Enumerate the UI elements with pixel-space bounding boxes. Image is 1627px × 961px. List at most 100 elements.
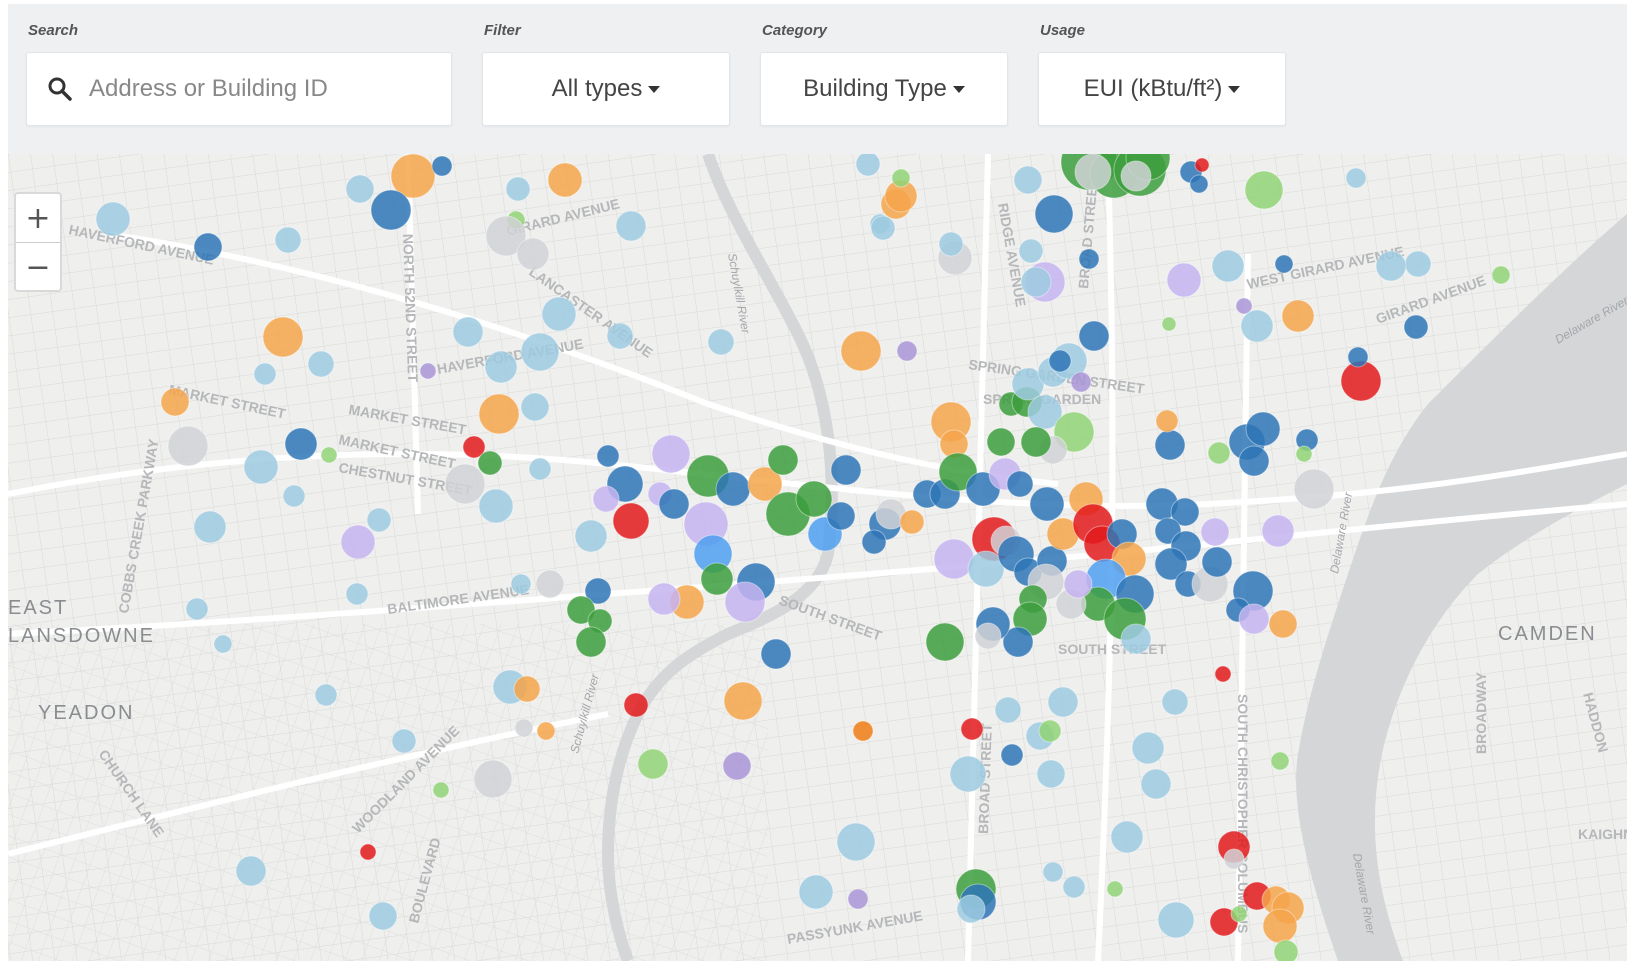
building-marker[interactable]	[615, 210, 647, 242]
building-marker[interactable]	[1078, 320, 1110, 352]
building-marker[interactable]	[1020, 266, 1052, 298]
building-marker[interactable]	[949, 755, 987, 793]
building-marker[interactable]	[514, 718, 534, 738]
building-marker[interactable]	[368, 901, 398, 931]
building-marker[interactable]	[307, 350, 335, 378]
building-marker[interactable]	[994, 696, 1022, 724]
building-marker[interactable]	[160, 387, 190, 417]
building-marker[interactable]	[1120, 160, 1152, 192]
building-marker[interactable]	[193, 510, 227, 544]
building-marker[interactable]	[1345, 167, 1367, 189]
building-marker[interactable]	[974, 622, 1002, 650]
building-marker[interactable]	[1106, 880, 1124, 898]
building-marker[interactable]	[1166, 262, 1202, 298]
building-marker[interactable]	[213, 634, 233, 654]
building-marker[interactable]	[1110, 820, 1144, 854]
building-marker[interactable]	[1273, 939, 1299, 961]
building-marker[interactable]	[938, 231, 964, 257]
building-marker[interactable]	[925, 622, 965, 662]
building-marker[interactable]	[1038, 719, 1062, 743]
building-marker[interactable]	[1074, 154, 1112, 191]
building-marker[interactable]	[960, 717, 984, 741]
building-marker[interactable]	[359, 843, 377, 861]
building-marker[interactable]	[535, 569, 565, 599]
building-marker[interactable]	[612, 502, 650, 540]
building-marker[interactable]	[432, 781, 450, 799]
building-marker[interactable]	[167, 425, 209, 467]
building-marker[interactable]	[1270, 751, 1290, 771]
building-marker[interactable]	[452, 316, 484, 348]
building-marker[interactable]	[723, 681, 763, 721]
building-marker[interactable]	[575, 626, 607, 658]
building-marker[interactable]	[444, 463, 486, 505]
building-marker[interactable]	[724, 581, 766, 623]
building-marker[interactable]	[541, 296, 577, 332]
building-marker[interactable]	[1047, 686, 1079, 718]
building-marker[interactable]	[1155, 409, 1179, 433]
building-marker[interactable]	[870, 215, 896, 241]
building-marker[interactable]	[847, 888, 869, 910]
building-marker[interactable]	[274, 226, 302, 254]
building-marker[interactable]	[1042, 861, 1064, 883]
building-marker[interactable]	[473, 759, 513, 799]
building-marker[interactable]	[1013, 165, 1043, 195]
building-marker[interactable]	[836, 822, 876, 862]
building-marker[interactable]	[1261, 514, 1295, 548]
building-marker[interactable]	[760, 638, 792, 670]
building-marker[interactable]	[1029, 486, 1065, 522]
building-marker[interactable]	[1201, 546, 1233, 578]
building-marker[interactable]	[651, 434, 691, 474]
building-marker[interactable]	[1161, 316, 1177, 332]
building-marker[interactable]	[1157, 901, 1195, 939]
building-marker[interactable]	[284, 427, 318, 461]
category-dropdown[interactable]: Building Type	[760, 52, 1008, 126]
building-marker[interactable]	[1189, 174, 1209, 194]
building-marker[interactable]	[1375, 250, 1407, 282]
building-marker[interactable]	[431, 155, 453, 177]
building-marker[interactable]	[520, 392, 550, 422]
building-marker[interactable]	[1140, 768, 1172, 800]
building-marker[interactable]	[1048, 349, 1072, 373]
building-marker[interactable]	[830, 454, 862, 486]
building-marker[interactable]	[478, 488, 514, 524]
building-marker[interactable]	[707, 328, 735, 356]
building-marker[interactable]	[1036, 759, 1066, 789]
building-marker[interactable]	[1293, 468, 1335, 510]
building-marker[interactable]	[1295, 445, 1313, 463]
building-marker[interactable]	[528, 457, 552, 481]
building-marker[interactable]	[1020, 426, 1052, 458]
building-marker[interactable]	[1274, 254, 1294, 274]
building-marker[interactable]	[536, 721, 556, 741]
search-box[interactable]	[26, 52, 452, 126]
building-marker[interactable]	[1131, 731, 1165, 765]
building-marker[interactable]	[243, 449, 279, 485]
zoom-in-button[interactable]: +	[16, 194, 60, 242]
building-marker[interactable]	[1211, 249, 1245, 283]
building-marker[interactable]	[1120, 623, 1152, 655]
building-marker[interactable]	[1194, 157, 1210, 173]
building-marker[interactable]	[1062, 875, 1086, 899]
building-marker[interactable]	[658, 488, 690, 520]
building-marker[interactable]	[1214, 665, 1232, 683]
building-marker[interactable]	[1262, 908, 1298, 944]
building-marker[interactable]	[345, 174, 375, 204]
building-marker[interactable]	[1063, 569, 1093, 599]
building-marker[interactable]	[547, 162, 583, 198]
building-marker[interactable]	[1281, 299, 1315, 333]
building-marker[interactable]	[282, 484, 306, 508]
building-marker[interactable]	[1034, 194, 1074, 234]
map-canvas[interactable]: EASTLANSDOWNEYEADONCAMDENHAVERFORD AVENU…	[8, 154, 1627, 961]
building-marker[interactable]	[520, 332, 560, 372]
building-marker[interactable]	[1018, 238, 1044, 264]
building-marker[interactable]	[1491, 265, 1511, 285]
building-marker[interactable]	[1200, 517, 1230, 547]
building-marker[interactable]	[477, 450, 503, 476]
building-marker[interactable]	[345, 582, 369, 606]
zoom-out-button[interactable]: −	[16, 242, 60, 291]
building-marker[interactable]	[1240, 309, 1274, 343]
building-marker[interactable]	[1078, 248, 1100, 270]
building-marker[interactable]	[986, 427, 1016, 457]
building-marker[interactable]	[896, 340, 918, 362]
building-marker[interactable]	[510, 573, 532, 595]
building-marker[interactable]	[722, 751, 752, 781]
